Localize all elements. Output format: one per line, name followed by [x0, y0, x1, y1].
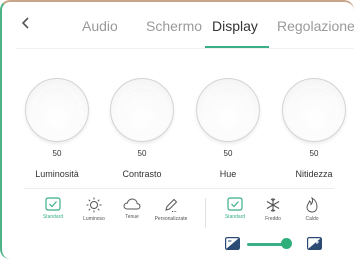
tab-audio[interactable]: Audio [82, 18, 118, 34]
tab-bar-divider [16, 48, 354, 49]
tab-schermo[interactable]: Schermo [146, 18, 202, 34]
image-plus-icon[interactable] [307, 237, 323, 255]
temp-caldo-label: Caldo [305, 216, 319, 222]
display-settings-panel: Audio Schermo Display Regolazione 50 50 … [0, 0, 354, 259]
flame-icon [306, 197, 318, 213]
snowflake-icon [266, 198, 280, 212]
slider-thumb[interactable] [281, 238, 292, 249]
hue-knob[interactable] [196, 78, 260, 142]
mode-personalizzate[interactable]: Personalizzate [148, 197, 194, 222]
pencil-icon [165, 198, 178, 212]
section-divider [24, 188, 334, 189]
contrast-value: 50 [137, 149, 147, 158]
mode-personalizzate-label: Personalizzate [154, 216, 188, 222]
tab-regolazione[interactable]: Regolazione [277, 18, 354, 34]
active-tab-indicator [205, 46, 269, 48]
sharpness-label: Nitidezza [295, 169, 333, 179]
cloud-icon [123, 198, 141, 210]
hue-value: 50 [223, 149, 233, 158]
mode-standard-label: Standard [42, 214, 64, 220]
temp-caldo[interactable]: Caldo [289, 197, 335, 222]
hue-label: Hue [219, 169, 237, 179]
contrast-label: Contrasto [122, 169, 162, 179]
sharpness-value: 50 [309, 149, 319, 158]
sharpness-knob[interactable] [282, 78, 346, 142]
mode-group-divider [205, 198, 206, 228]
contrast-knob[interactable] [110, 78, 174, 142]
check-icon [45, 197, 61, 211]
check-icon [227, 197, 243, 211]
tab-display[interactable]: Display [212, 18, 258, 34]
brightness-value: 50 [52, 149, 62, 158]
image-minus-icon[interactable] [225, 237, 241, 255]
mode-standard[interactable]: Standard [30, 197, 76, 220]
chevron-left-icon[interactable] [21, 15, 31, 33]
brightness-knob[interactable] [25, 78, 89, 142]
sun-icon [86, 197, 102, 213]
brightness-label: Luminosità [35, 169, 79, 179]
